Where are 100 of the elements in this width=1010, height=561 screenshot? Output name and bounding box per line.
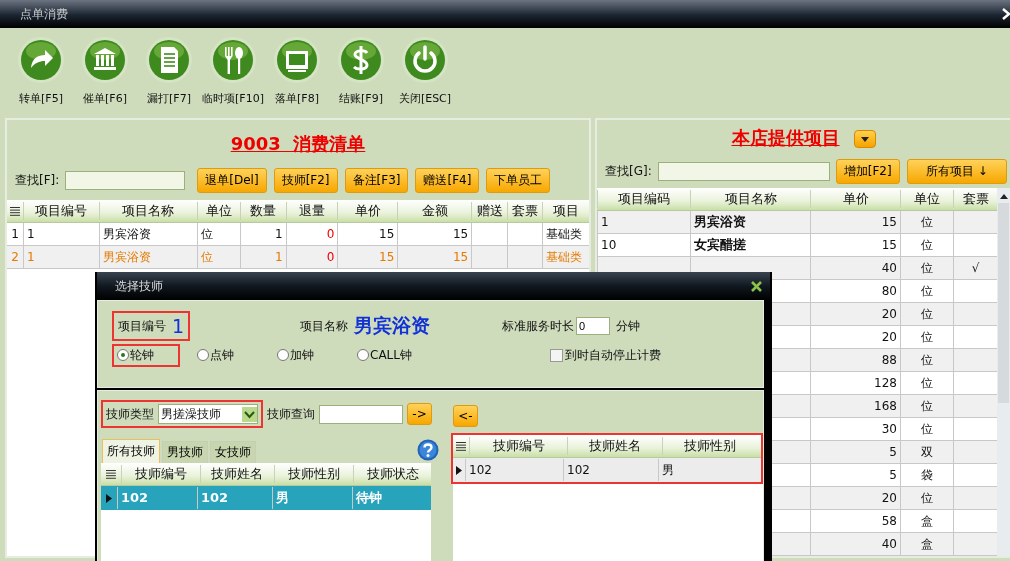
duration-unit: 分钟 [616, 317, 641, 335]
mode-radio[interactable]: 轮钟 [112, 343, 180, 367]
table-cell: 袋 [900, 464, 953, 486]
table-cell: 0 [285, 223, 338, 245]
action-button[interactable]: 赠送[F4] [415, 167, 480, 193]
table-cell: 40 [810, 257, 900, 279]
toolbar-button[interactable]: 临时项[F10] [204, 36, 262, 106]
table-cell: 15 [810, 234, 900, 256]
technician-type-label: 技师类型 [106, 405, 154, 423]
scroll-up-icon[interactable] [999, 194, 1008, 199]
bank-icon [81, 36, 129, 84]
table-cell: 15 [337, 246, 398, 268]
duration-label: 标准服务时长 [502, 317, 575, 335]
technician-query-field[interactable] [319, 404, 403, 424]
table-cell: 15 [397, 246, 472, 268]
table-cell: 位 [900, 418, 953, 440]
mode-radio[interactable]: CALL钟 [352, 343, 420, 367]
row-number: 1 [10, 227, 20, 241]
tab[interactable]: 男技师 [162, 441, 208, 463]
table-cell: 双 [900, 441, 953, 463]
table-cell: 位 [900, 487, 953, 509]
column-header[interactable]: 技师姓名 [199, 465, 274, 483]
table-cell: 10 [597, 234, 690, 256]
remove-button[interactable]: <- [453, 405, 478, 427]
action-button[interactable]: 退单[Del] [197, 167, 267, 193]
table-cell: 位 [196, 223, 240, 245]
column-header[interactable]: 技师编号 [469, 437, 567, 455]
tab[interactable]: 女技师 [210, 441, 256, 463]
table-cell: 基础类 [542, 223, 589, 245]
table-cell: 15 [397, 223, 472, 245]
table-cell: 位 [900, 326, 953, 348]
column-header[interactable]: 项目编码 [597, 190, 690, 208]
column-header[interactable]: 技师性别 [273, 465, 353, 483]
column-header[interactable]: 单位 [196, 202, 240, 220]
items-title: 本店提供项目 [731, 126, 840, 151]
table-cell: 58 [810, 510, 900, 532]
table-cell: 20 [810, 326, 900, 348]
column-header[interactable]: 单价 [810, 190, 900, 208]
table-cell: 1 [239, 223, 286, 245]
column-header[interactable]: 技师姓名 [567, 437, 662, 455]
mode-radio[interactable]: 加钟 [272, 343, 340, 367]
table-cell: 女宾醋搓 [690, 234, 810, 256]
action-button[interactable]: 备注[F3] [344, 167, 409, 193]
mode-radio[interactable]: 点钟 [192, 343, 260, 367]
action-button[interactable]: 下单员工 [486, 167, 551, 193]
table-cell: 位 [900, 349, 953, 371]
column-header[interactable]: 套票 [507, 202, 543, 220]
table-cell: 80 [810, 280, 900, 302]
column-header[interactable]: 赠送 [471, 202, 508, 220]
picture-icon [273, 36, 321, 84]
column-header[interactable]: 金额 [397, 202, 472, 220]
column-header[interactable]: 技师状态 [353, 465, 431, 483]
table-cell: 102 [117, 487, 197, 509]
column-header[interactable]: 技师编号 [120, 465, 200, 483]
duration-field[interactable]: 0 [576, 317, 611, 335]
tab[interactable]: 所有技师 [102, 439, 160, 463]
action-button[interactable]: 增加[F2] [835, 158, 900, 184]
fork-spoon-icon [209, 36, 257, 84]
column-header[interactable]: 项目名称 [98, 202, 197, 220]
toolbar-button[interactable]: 漏打[F7] [140, 36, 198, 106]
column-header[interactable]: 项目名称 [690, 190, 810, 208]
table-cell: 15 [810, 211, 900, 233]
table-cell: 20 [810, 487, 900, 509]
table-cell: 位 [900, 372, 953, 394]
toolbar-button[interactable]: 转单[F5] [12, 36, 70, 106]
technician-type-select[interactable]: 男搓澡技师 [158, 404, 258, 424]
column-header[interactable]: 项目编号 [23, 202, 99, 220]
table-cell: 5 [810, 441, 900, 463]
table-cell: 128 [810, 372, 900, 394]
column-header[interactable]: 项目 [542, 202, 589, 220]
table-cell: 5 [810, 464, 900, 486]
search-field[interactable] [657, 161, 830, 181]
toolbar-button[interactable]: 落单[F8] [268, 36, 326, 106]
dropdown-button[interactable] [853, 130, 876, 149]
toolbar-button[interactable]: 催单[F6] [76, 36, 134, 106]
column-header[interactable]: 技师性别 [662, 437, 756, 455]
item-name-label: 项目名称 [300, 317, 349, 335]
column-header[interactable]: 退量 [285, 202, 338, 220]
table-cell: 位 [900, 211, 953, 233]
list-icon [106, 469, 116, 479]
dropdown-icon [242, 406, 257, 422]
power-icon [401, 36, 449, 84]
action-button[interactable]: 技师[F2] [273, 167, 338, 193]
scrollbar[interactable] [997, 188, 1010, 556]
auto-stop-checkbox[interactable]: 到时自动停止计费 [550, 346, 661, 364]
search-label: 查找[F]: [15, 171, 60, 189]
add-button[interactable]: -> [407, 403, 432, 425]
help-icon[interactable] [417, 439, 439, 461]
current-row-icon [456, 465, 462, 475]
search-field[interactable] [65, 170, 186, 190]
toolbar-button[interactable]: 关闭[ESC] [396, 36, 454, 106]
table-cell: 位 [900, 234, 953, 256]
toolbar-button[interactable]: 结账[F9] [332, 36, 390, 106]
column-header[interactable]: 单位 [900, 190, 953, 208]
action-button[interactable]: 所有项目 ↓ [906, 158, 1007, 184]
table-cell: 1 [22, 223, 99, 245]
table-cell: 位 [900, 395, 953, 417]
column-header[interactable]: 数量 [239, 202, 286, 220]
column-header[interactable]: 单价 [337, 202, 398, 220]
table-cell: 102 [563, 459, 658, 481]
